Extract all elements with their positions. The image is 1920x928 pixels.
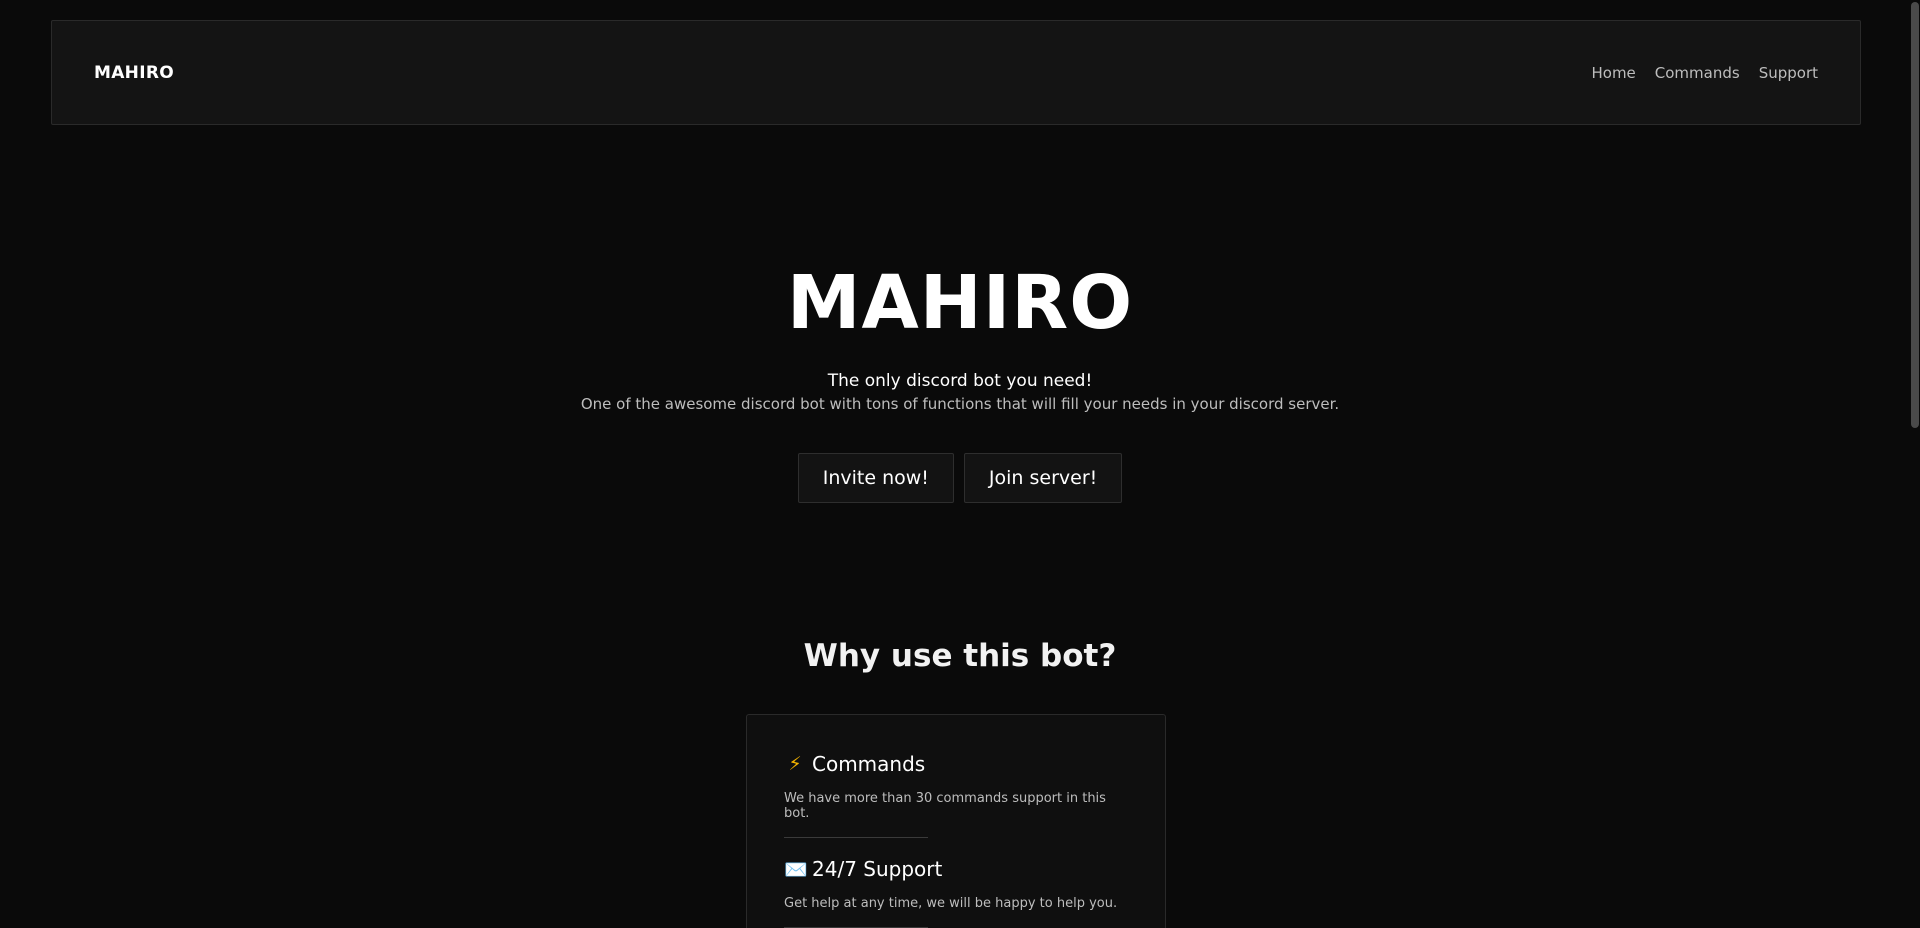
hero-tagline: The only discord bot you need! [827, 371, 1093, 391]
feature-description: We have more than 30 commands support in… [784, 791, 1106, 821]
feature-heading: ✉️ 24/7 Support [784, 856, 1129, 882]
feature-item-commands: ⚡ Commands We have more than 30 commands… [784, 751, 1129, 838]
feature-divider [784, 837, 928, 838]
page: MAHIRO Home Commands Support MAHIRO The … [0, 0, 1920, 928]
nav-link-commands[interactable]: Commands [1655, 64, 1740, 82]
feature-title: Commands [812, 752, 926, 776]
nav-link-home[interactable]: Home [1591, 64, 1635, 82]
nav-links: Home Commands Support [1591, 64, 1818, 82]
lightning-icon: ⚡ [788, 753, 802, 775]
brand-logo[interactable]: MAHIRO [94, 63, 174, 83]
feature-heading: ⚡ Commands [784, 751, 1129, 777]
features-card: ⚡ Commands We have more than 30 commands… [746, 714, 1166, 928]
join-server-button[interactable]: Join server! [963, 453, 1123, 503]
feature-item-support: ✉️ 24/7 Support Get help at any time, we… [784, 856, 1129, 928]
hero-description: One of the awesome discord bot with tons… [580, 395, 1340, 413]
cta-buttons: Invite now! Join server! [0, 453, 1920, 503]
hero-title: MAHIRO [786, 260, 1134, 346]
navbar: MAHIRO Home Commands Support [51, 20, 1861, 125]
features-section-title: Why use this bot? [803, 638, 1117, 674]
invite-button[interactable]: Invite now! [797, 453, 954, 503]
feature-title: 24/7 Support [812, 857, 943, 881]
feature-description: Get help at any time, we will be happy t… [784, 896, 1118, 911]
nav-link-support[interactable]: Support [1759, 64, 1818, 82]
envelope-icon: ✉️ [784, 858, 808, 881]
scrollbar-thumb[interactable] [1911, 2, 1919, 428]
scrollbar[interactable] [1910, 0, 1920, 928]
